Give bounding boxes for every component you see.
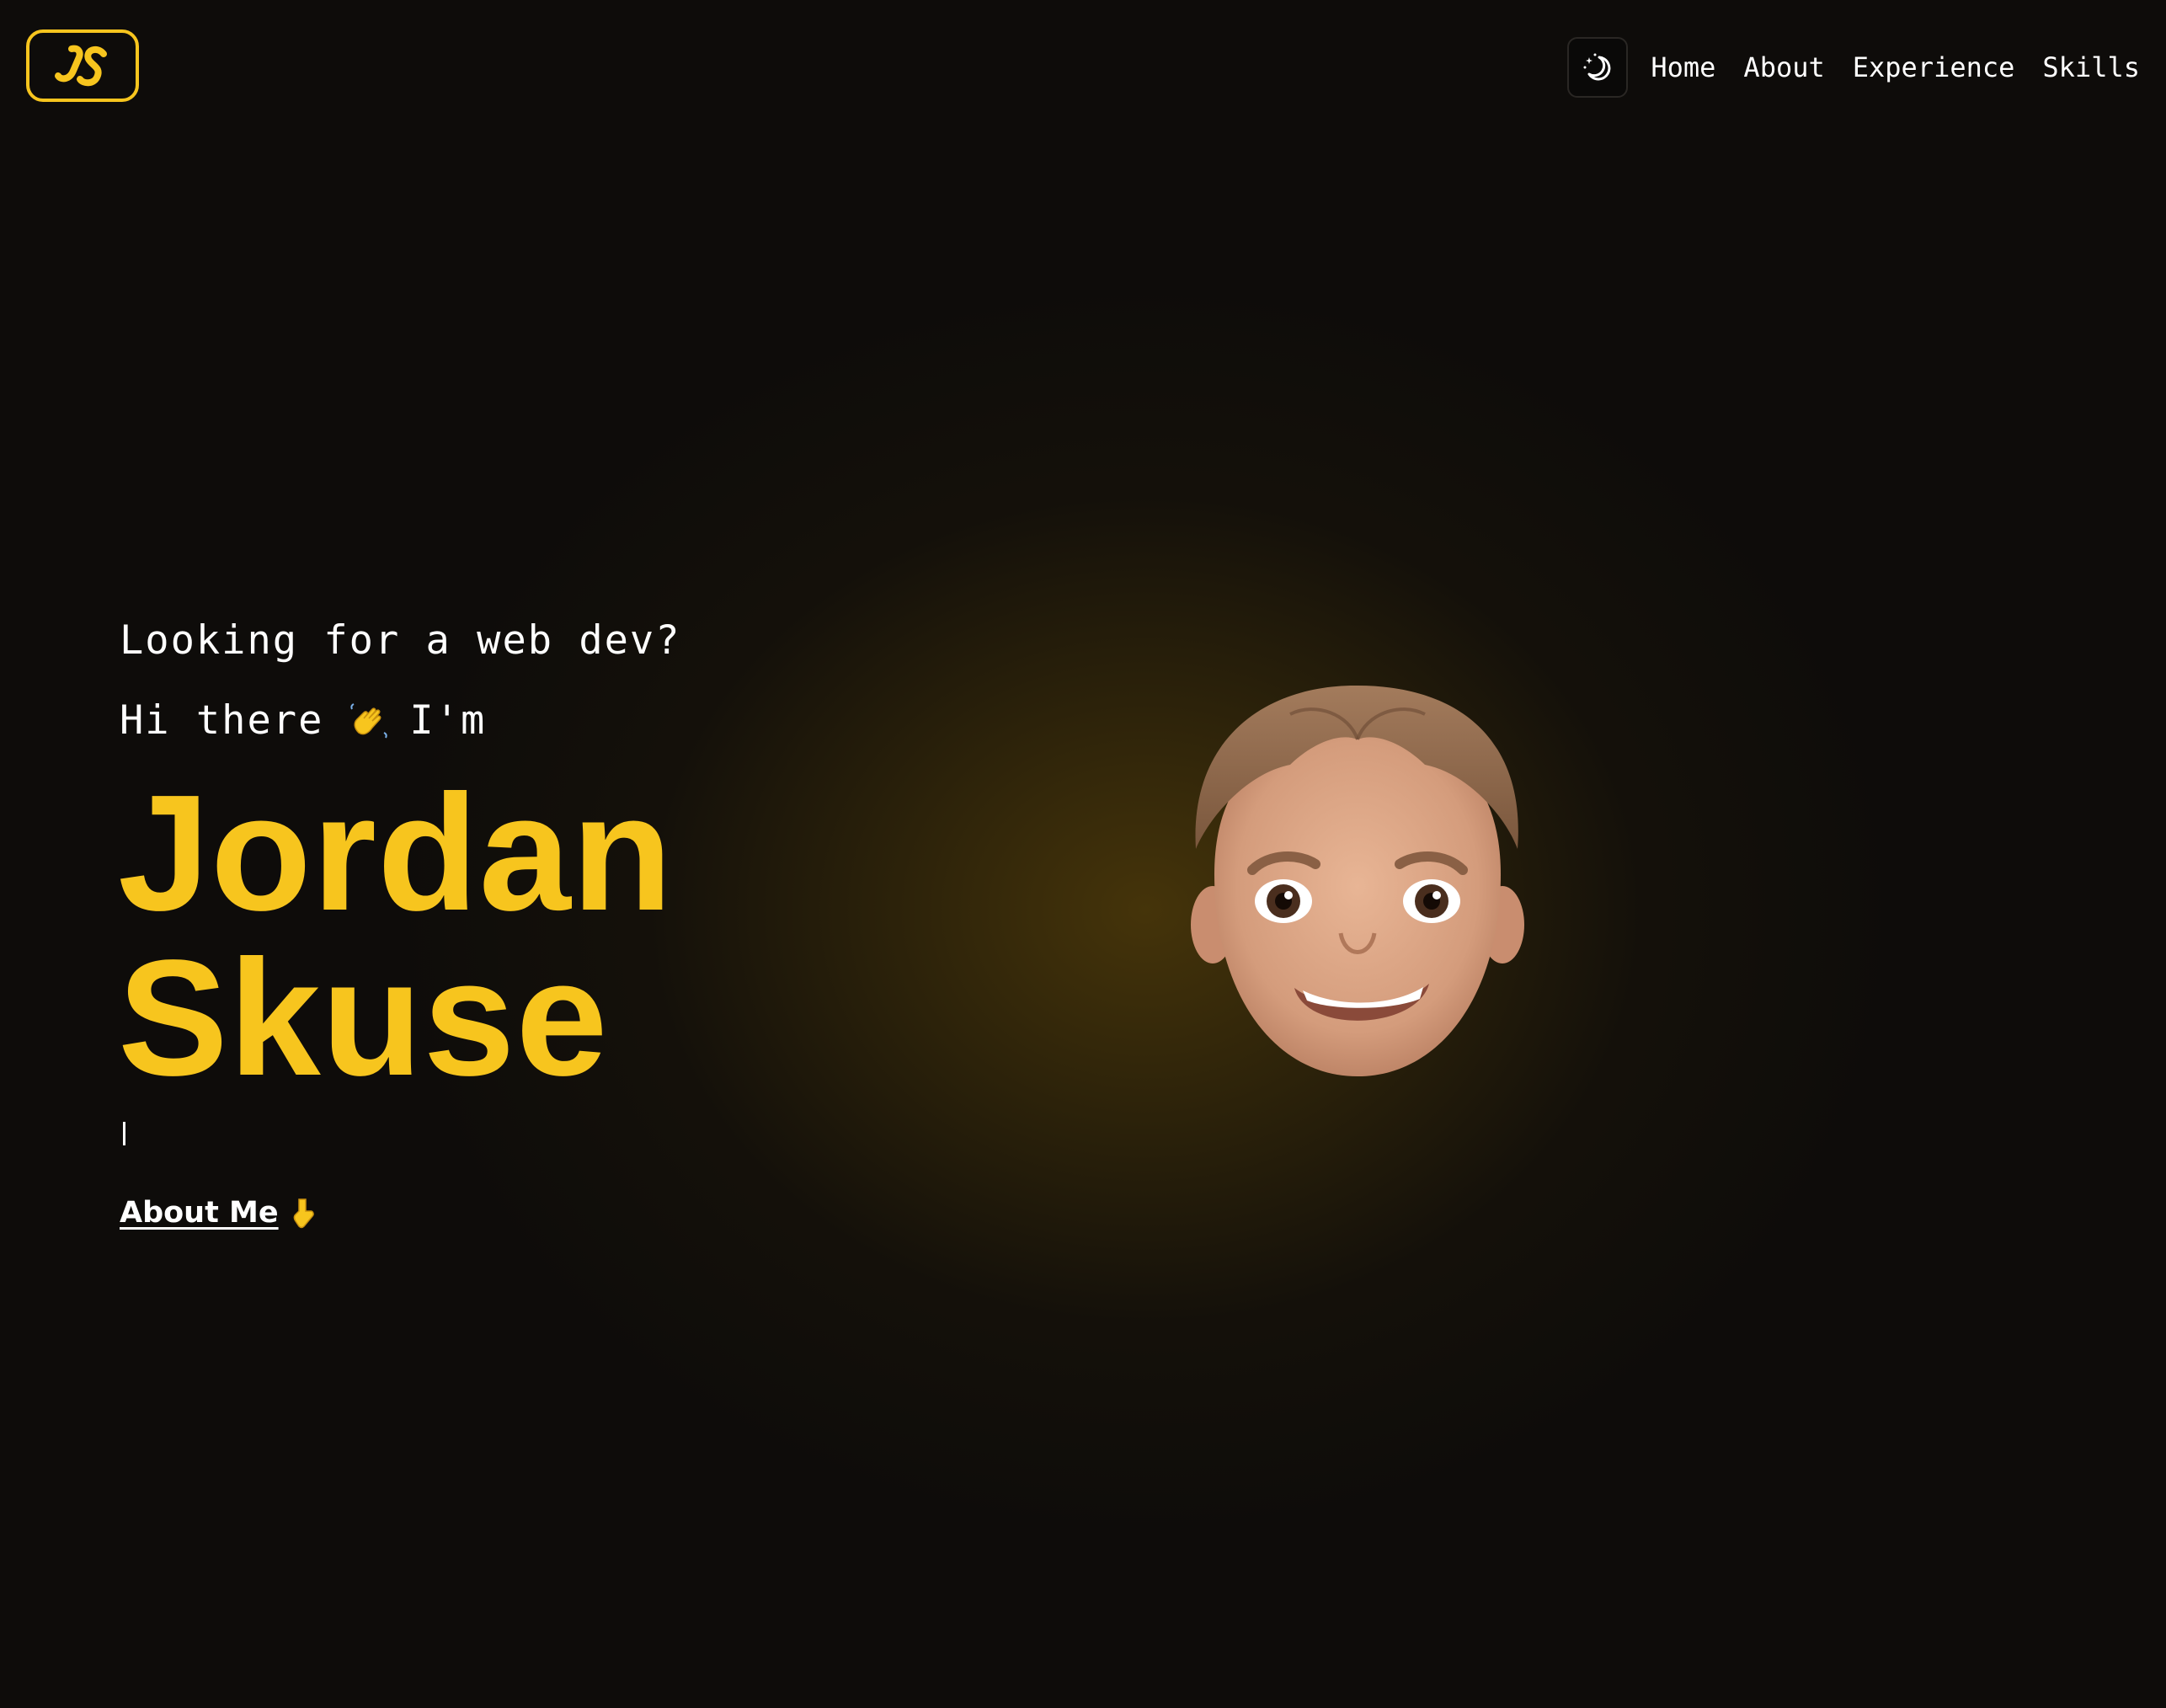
js-monogram-icon bbox=[55, 45, 107, 87]
logo-button[interactable] bbox=[26, 29, 139, 102]
about-me-label: About Me bbox=[120, 1196, 279, 1230]
hero-tagline: Looking for a web dev? bbox=[120, 617, 681, 664]
hero-name: Jordan Skuse bbox=[118, 771, 673, 1101]
theme-toggle-button[interactable] bbox=[1567, 37, 1628, 98]
nav-link-skills[interactable]: Skills bbox=[2042, 51, 2140, 83]
hero-greeting: Hi there I'm bbox=[120, 697, 486, 744]
about-me-link[interactable]: About Me bbox=[120, 1196, 317, 1230]
nav-link-about[interactable]: About bbox=[1743, 51, 1824, 83]
nav-link-experience[interactable]: Experience bbox=[1853, 51, 2015, 83]
moon-stars-icon bbox=[1583, 53, 1611, 81]
hero-name-first: Jordan bbox=[118, 761, 674, 945]
greeting-prefix: Hi there bbox=[120, 697, 324, 744]
main-nav: Home About Experience Skills bbox=[1651, 44, 2140, 91]
waving-hand-icon bbox=[350, 702, 388, 738]
greeting-suffix: I'm bbox=[409, 697, 487, 744]
memoji-avatar bbox=[1191, 685, 1524, 1076]
pointing-down-icon bbox=[293, 1198, 314, 1229]
typing-cursor bbox=[123, 1122, 125, 1145]
hero-name-last: Skuse bbox=[118, 926, 609, 1110]
nav-link-home[interactable]: Home bbox=[1651, 51, 1715, 83]
